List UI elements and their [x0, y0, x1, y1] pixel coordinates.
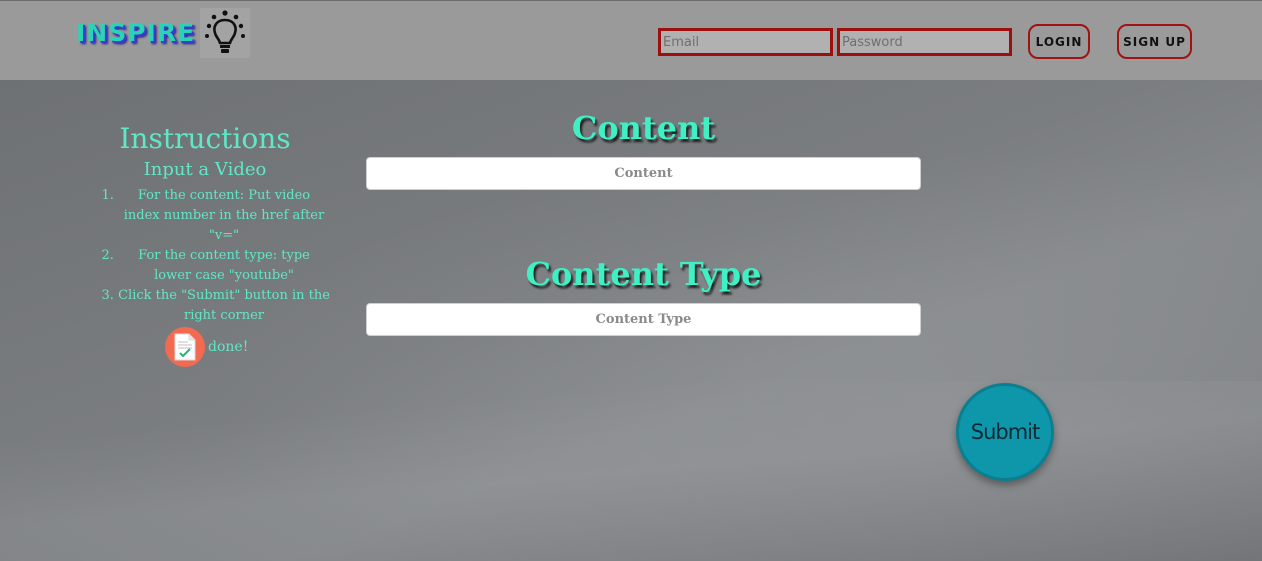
content-type-input[interactable] [366, 303, 921, 336]
content-type-heading: Content Type [525, 255, 762, 293]
instructions-title: Instructions [119, 122, 291, 155]
lightbulb-icon [200, 8, 250, 58]
done-indicator: done! [165, 327, 248, 367]
document-check-icon [165, 327, 205, 367]
content-input[interactable] [366, 157, 921, 190]
instruction-step: Click the "Submit" button in the right c… [118, 286, 330, 326]
submit-button[interactable]: Submit [956, 383, 1054, 481]
navbar: INSPIRE LOGIN SIGN UP [0, 0, 1262, 80]
email-input[interactable] [658, 28, 833, 56]
instruction-step: For the content type: type lower case "y… [118, 246, 330, 286]
instruction-step: For the content: Put video index number … [118, 186, 330, 246]
instructions-subtitle: Input a Video [143, 159, 267, 180]
brand-logo-text[interactable]: INSPIRE [76, 18, 195, 47]
signup-button[interactable]: SIGN UP [1117, 24, 1192, 59]
login-button[interactable]: LOGIN [1028, 24, 1090, 59]
instructions-list: For the content: Put video index number … [80, 186, 330, 326]
done-text: done! [208, 339, 249, 355]
content-heading: Content [571, 109, 716, 147]
instructions-panel: Instructions Input a Video For the conte… [80, 120, 330, 367]
password-input[interactable] [837, 28, 1012, 56]
